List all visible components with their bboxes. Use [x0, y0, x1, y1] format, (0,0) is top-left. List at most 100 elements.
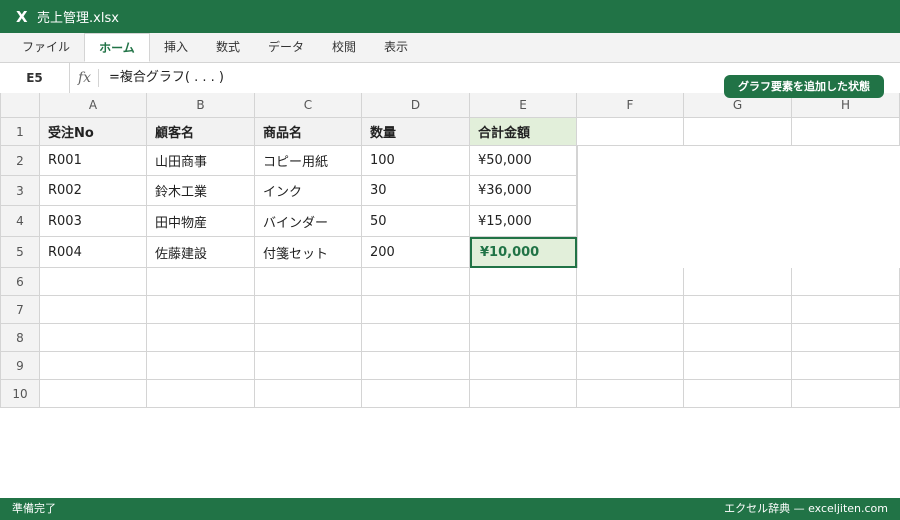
- cell-c9[interactable]: [255, 352, 362, 380]
- cell-f9[interactable]: [577, 352, 684, 380]
- cell-d4[interactable]: 50: [362, 206, 470, 237]
- cell-f7[interactable]: [577, 296, 684, 324]
- cell-b7[interactable]: [147, 296, 255, 324]
- column-header-e[interactable]: E: [470, 93, 577, 118]
- cell-c3[interactable]: インク: [255, 176, 362, 206]
- cell-c8[interactable]: [255, 324, 362, 352]
- cell-d3[interactable]: 30: [362, 176, 470, 206]
- cell-b8[interactable]: [147, 324, 255, 352]
- cell-a5[interactable]: R004: [40, 237, 147, 268]
- column-header-a[interactable]: A: [40, 93, 147, 118]
- cell-f1[interactable]: [577, 118, 684, 146]
- cell-a1[interactable]: 受注No: [40, 118, 147, 146]
- cell-c7[interactable]: [255, 296, 362, 324]
- tab-view[interactable]: 表示: [374, 33, 418, 62]
- column-header-c[interactable]: C: [255, 93, 362, 118]
- cell-h10[interactable]: [792, 380, 900, 408]
- cell-e9[interactable]: [470, 352, 577, 380]
- cell-c1[interactable]: 商品名: [255, 118, 362, 146]
- cell-c5[interactable]: 付箋セット: [255, 237, 362, 268]
- cell-e1[interactable]: 合計金額: [470, 118, 577, 146]
- cell-c2[interactable]: コピー用紙: [255, 146, 362, 176]
- cell-c6[interactable]: [255, 268, 362, 296]
- cell-e2[interactable]: ¥50,000: [470, 146, 577, 176]
- row-header-2[interactable]: 2: [0, 146, 40, 176]
- cell-d6[interactable]: [362, 268, 470, 296]
- column-header-d[interactable]: D: [362, 93, 470, 118]
- fx-icon[interactable]: fx: [78, 63, 91, 93]
- cell-d1[interactable]: 数量: [362, 118, 470, 146]
- cell-a2[interactable]: R001: [40, 146, 147, 176]
- cell-d10[interactable]: [362, 380, 470, 408]
- cell-f2[interactable]: [577, 146, 684, 176]
- cell-f5[interactable]: [577, 237, 684, 268]
- cell-d7[interactable]: [362, 296, 470, 324]
- cell-e7[interactable]: [470, 296, 577, 324]
- cell-h5[interactable]: [792, 237, 900, 268]
- cell-f10[interactable]: [577, 380, 684, 408]
- cell-g6[interactable]: [684, 268, 792, 296]
- cell-b1[interactable]: 顧客名: [147, 118, 255, 146]
- cell-h7[interactable]: [792, 296, 900, 324]
- cell-f8[interactable]: [577, 324, 684, 352]
- cell-e8[interactable]: [470, 324, 577, 352]
- cell-f4[interactable]: [577, 206, 684, 237]
- cell-h3[interactable]: [792, 176, 900, 206]
- cell-a9[interactable]: [40, 352, 147, 380]
- tab-data[interactable]: データ: [258, 33, 314, 62]
- cell-f6[interactable]: [577, 268, 684, 296]
- tab-file[interactable]: ファイル: [10, 33, 82, 62]
- cell-g7[interactable]: [684, 296, 792, 324]
- cell-b3[interactable]: 鈴木工業: [147, 176, 255, 206]
- cell-d5[interactable]: 200: [362, 237, 470, 268]
- cell-e3[interactable]: ¥36,000: [470, 176, 577, 206]
- row-header-9[interactable]: 9: [0, 352, 40, 380]
- cell-d2[interactable]: 100: [362, 146, 470, 176]
- cell-b9[interactable]: [147, 352, 255, 380]
- row-header-3[interactable]: 3: [0, 176, 40, 206]
- cell-a4[interactable]: R003: [40, 206, 147, 237]
- row-header-7[interactable]: 7: [0, 296, 40, 324]
- cell-b10[interactable]: [147, 380, 255, 408]
- tab-home[interactable]: ホーム: [84, 33, 150, 62]
- cell-a10[interactable]: [40, 380, 147, 408]
- cell-e4[interactable]: ¥15,000: [470, 206, 577, 237]
- cell-h8[interactable]: [792, 324, 900, 352]
- tab-review[interactable]: 校閲: [322, 33, 366, 62]
- cell-f3[interactable]: [577, 176, 684, 206]
- cell-g9[interactable]: [684, 352, 792, 380]
- cell-h2[interactable]: [792, 146, 900, 176]
- cell-b6[interactable]: [147, 268, 255, 296]
- cell-g3[interactable]: [684, 176, 792, 206]
- cell-a7[interactable]: [40, 296, 147, 324]
- row-header-6[interactable]: 6: [0, 268, 40, 296]
- cell-a6[interactable]: [40, 268, 147, 296]
- cell-g10[interactable]: [684, 380, 792, 408]
- cell-g2[interactable]: [684, 146, 792, 176]
- cell-g5[interactable]: [684, 237, 792, 268]
- cell-h1[interactable]: [792, 118, 900, 146]
- cell-b5[interactable]: 佐藤建設: [147, 237, 255, 268]
- cell-g4[interactable]: [684, 206, 792, 237]
- row-header-10[interactable]: 10: [0, 380, 40, 408]
- cell-b2[interactable]: 山田商事: [147, 146, 255, 176]
- cell-d9[interactable]: [362, 352, 470, 380]
- tab-formulas[interactable]: 数式: [206, 33, 250, 62]
- cell-c10[interactable]: [255, 380, 362, 408]
- formula-input[interactable]: =複合グラフ( . . . ): [109, 63, 224, 93]
- cell-h4[interactable]: [792, 206, 900, 237]
- select-all-corner[interactable]: [0, 93, 40, 118]
- cell-e6[interactable]: [470, 268, 577, 296]
- row-header-5[interactable]: 5: [0, 237, 40, 268]
- cell-h9[interactable]: [792, 352, 900, 380]
- cell-d8[interactable]: [362, 324, 470, 352]
- cell-b4[interactable]: 田中物産: [147, 206, 255, 237]
- tab-insert[interactable]: 挿入: [154, 33, 198, 62]
- cell-g1[interactable]: [684, 118, 792, 146]
- cell-e10[interactable]: [470, 380, 577, 408]
- cell-g8[interactable]: [684, 324, 792, 352]
- row-header-8[interactable]: 8: [0, 324, 40, 352]
- column-header-b[interactable]: B: [147, 93, 255, 118]
- row-header-1[interactable]: 1: [0, 118, 40, 146]
- cell-e5[interactable]: ¥10,000: [470, 237, 577, 268]
